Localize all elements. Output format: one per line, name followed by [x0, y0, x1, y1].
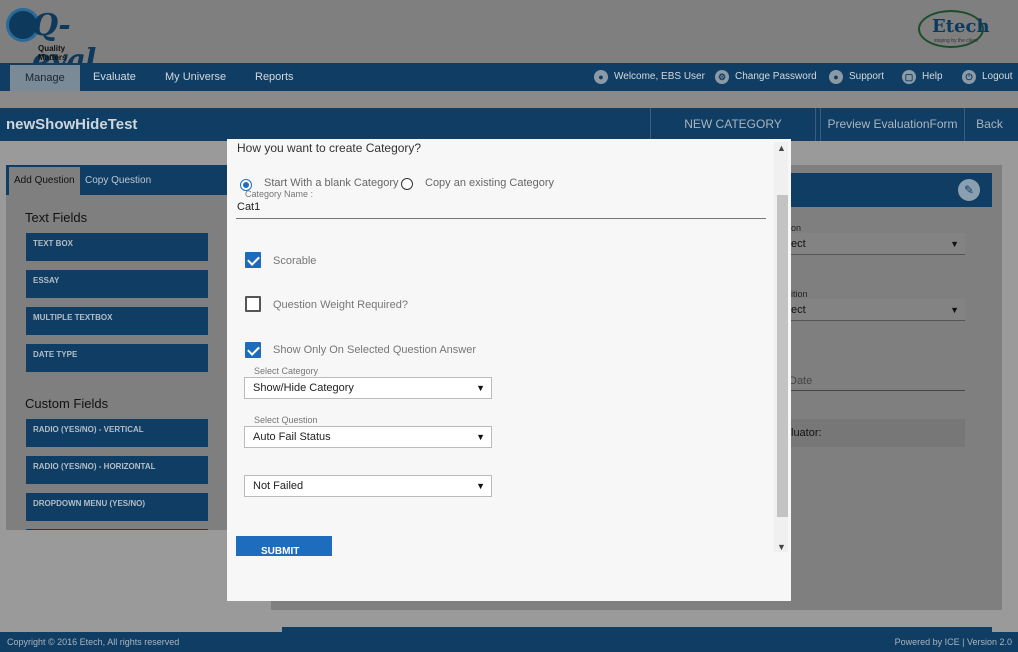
nav-divider	[0, 91, 1018, 108]
support-icon: ●	[829, 70, 843, 84]
etech-logo: Etech staying by the client	[918, 10, 990, 48]
nav-manage[interactable]: Manage	[10, 65, 80, 91]
toolbox-tabs: Add Question Copy Question	[6, 165, 264, 195]
select-question-value: Auto Fail Status	[253, 431, 331, 443]
caret-down-icon: ▼	[476, 383, 485, 393]
support-label: Support	[849, 71, 885, 82]
radio-horizontal-button[interactable]: RADIO (YES/NO) - HORIZONTAL	[26, 456, 208, 484]
show-only-label: Show Only On Selected Question Answer	[273, 344, 476, 356]
answer-dropdown[interactable]: Not Failed ▼	[244, 475, 492, 497]
radio-vertical-button[interactable]: RADIO (YES/NO) - VERTICAL	[26, 419, 208, 447]
scroll-down-arrow-icon[interactable]: ▼	[777, 542, 786, 552]
select-category-label: Select Category	[254, 366, 319, 376]
caret-down-icon: ▼	[950, 305, 959, 315]
modal-scroll-thumb[interactable]	[777, 195, 788, 517]
multiple-textbox-button[interactable]: MULTIPLE TEXTBOX	[26, 307, 208, 335]
essay-button[interactable]: ESSAY	[26, 270, 208, 298]
back-button[interactable]: Back	[964, 108, 1014, 141]
welcome-label: Welcome, EBS User	[614, 71, 705, 82]
change-password-label: Change Password	[735, 71, 817, 82]
field1-select[interactable]: ect ▼	[791, 233, 965, 255]
page-title: newShowHideTest	[6, 116, 138, 133]
field1-value: ect	[791, 238, 806, 250]
new-category-button[interactable]: NEW CATEGORY	[650, 108, 816, 141]
help-label: Help	[922, 71, 943, 82]
modal-footer-area	[227, 556, 791, 601]
form-titlebar: newShowHideTest NEW CATEGORY Preview Eva…	[0, 108, 1018, 141]
dropdown-menu-button[interactable]: DROPDOWN MENU (YES/NO)	[26, 493, 208, 521]
etech-logo-text: Etech	[932, 16, 990, 37]
copyright-text: Copyright © 2016 Etech, All rights reser…	[7, 637, 180, 647]
radio-blank-label: Start With a blank Category	[264, 177, 399, 189]
tab-copy-question[interactable]: Copy Question	[80, 167, 156, 195]
list-divider	[26, 529, 208, 530]
field2-select[interactable]: ect ▼	[791, 299, 965, 321]
edit-pencil-icon[interactable]: ✎	[958, 179, 980, 201]
date-input[interactable]: Date	[789, 375, 965, 391]
evaluator-field: luator:	[791, 419, 965, 447]
question-toolbox: Add Question Copy Question Text Fields T…	[6, 165, 264, 530]
tab-add-question[interactable]: Add Question	[9, 167, 80, 195]
app-header: Q-eval Quality Matters Etech staying by …	[0, 0, 1018, 78]
nav-reports[interactable]: Reports	[255, 63, 294, 91]
powered-by-text: Powered by ICE | Version 2.0	[894, 637, 1012, 647]
caret-down-icon: ▼	[950, 239, 959, 249]
gear-icon: ⚙	[715, 70, 729, 84]
preview-evaluation-form-button[interactable]: Preview EvaluationForm	[820, 108, 964, 141]
nav-evaluate[interactable]: Evaluate	[93, 63, 136, 91]
field2-label: ition	[791, 289, 808, 299]
scorable-label: Scorable	[273, 255, 317, 267]
user-icon: ●	[594, 70, 608, 84]
scroll-up-arrow-icon[interactable]: ▲	[777, 143, 786, 153]
scorable-checkbox[interactable]	[245, 252, 261, 268]
new-category-modal: How you want to create Category? Start W…	[227, 139, 791, 601]
radio-copy-label: Copy an existing Category	[425, 177, 555, 189]
select-question-label: Select Question	[254, 415, 318, 425]
help-book-icon: ▢	[902, 70, 916, 84]
logout-label: Logout	[982, 71, 1013, 82]
radio-copy-category[interactable]	[401, 178, 413, 190]
date-type-button[interactable]: DATE TYPE	[26, 344, 208, 372]
custom-fields-heading: Custom Fields	[25, 396, 109, 411]
text-box-button[interactable]: TEXT BOX	[26, 233, 208, 261]
category-name-input[interactable]: Cat1	[236, 199, 766, 219]
app-footer: Copyright © 2016 Etech, All rights reser…	[0, 632, 1018, 652]
field2-value: ect	[791, 304, 806, 316]
answer-value: Not Failed	[253, 480, 304, 492]
select-category-value: Show/Hide Category	[253, 382, 354, 394]
select-question-dropdown[interactable]: Auto Fail Status ▼	[244, 426, 492, 448]
question-weight-checkbox[interactable]	[245, 296, 261, 312]
qeval-logo-tagline: Quality Matters	[38, 44, 67, 62]
nav-my-universe[interactable]: My Universe	[165, 63, 226, 91]
nav-welcome[interactable]: ● Welcome, EBS User	[594, 63, 705, 91]
select-category-dropdown[interactable]: Show/Hide Category ▼	[244, 377, 492, 399]
main-navbar: Manage Evaluate My Universe Reports ● We…	[0, 63, 1018, 91]
nav-change-password[interactable]: ⚙ Change Password	[715, 63, 817, 91]
power-icon: ⏻	[962, 70, 976, 84]
etech-logo-tagline: staying by the client	[934, 38, 978, 44]
nav-logout[interactable]: ⏻ Logout	[962, 63, 1013, 91]
text-fields-heading: Text Fields	[25, 210, 88, 225]
caret-down-icon: ▼	[476, 481, 485, 491]
nav-help[interactable]: ▢ Help	[902, 63, 943, 91]
category-name-label: Category Name :	[245, 189, 314, 199]
question-weight-label: Question Weight Required?	[273, 299, 408, 311]
caret-down-icon: ▼	[476, 432, 485, 442]
nav-support[interactable]: ● Support	[829, 63, 884, 91]
qeval-logo[interactable]: Q-eval Quality Matters	[6, 6, 96, 78]
field1-label: on	[791, 223, 802, 233]
modal-question: How you want to create Category?	[237, 141, 422, 155]
show-only-checkbox[interactable]	[245, 342, 261, 358]
